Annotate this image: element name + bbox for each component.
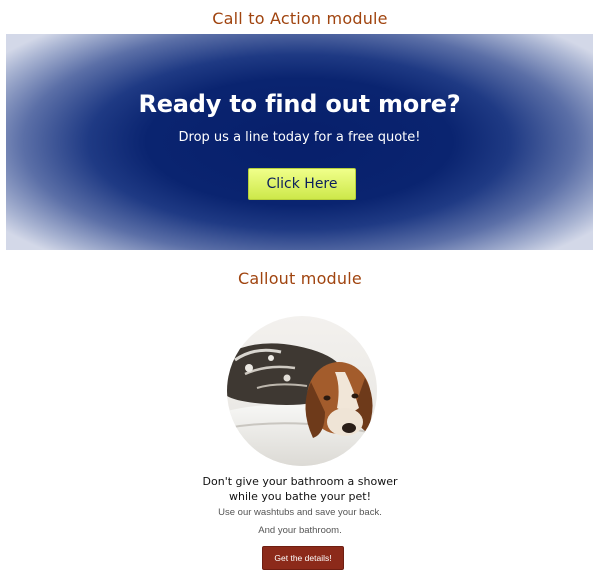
- cta-title: Ready to find out more?: [138, 90, 461, 118]
- callout-module-heading: Callout module: [238, 269, 362, 288]
- cta-module-heading: Call to Action module: [212, 9, 388, 28]
- callout-text-washtubs: Use our washtubs and save your back.: [218, 507, 382, 518]
- click-here-button[interactable]: Click Here: [248, 168, 356, 200]
- callout-headline: Don't give your bathroom a shower while …: [0, 474, 600, 504]
- get-the-details-button[interactable]: Get the details!: [262, 546, 344, 570]
- cta-banner: Ready to find out more? Drop us a line t…: [6, 34, 593, 250]
- callout-headline-line2: while you bathe your pet!: [228, 490, 372, 503]
- callout-headline-line1: Don't give your bathroom a shower: [202, 475, 398, 488]
- callout-text-bathroom: And your bathroom.: [258, 525, 342, 536]
- dog-in-bathtub-photo: [227, 316, 377, 466]
- cta-subtitle: Drop us a line today for a free quote!: [178, 130, 421, 145]
